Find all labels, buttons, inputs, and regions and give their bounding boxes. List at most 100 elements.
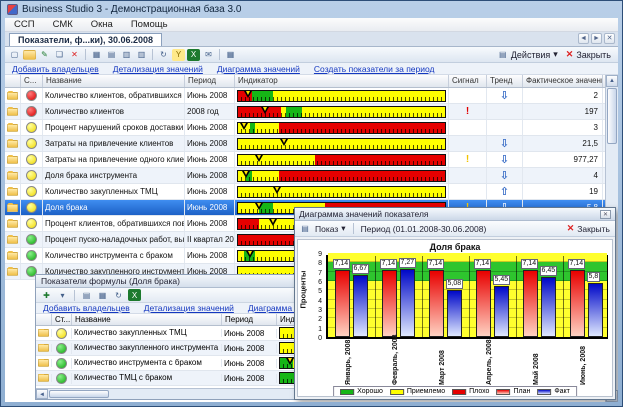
save-icon[interactable]: ▦ [90, 49, 103, 61]
menu-item[interactable]: Помощь [122, 19, 177, 30]
command-link[interactable]: Добавить владельцев [43, 303, 130, 313]
indicator-segment [279, 123, 445, 133]
command-link[interactable]: Добавить владельцев [12, 64, 99, 74]
column-header[interactable] [36, 314, 52, 325]
caret-down-icon: ▾ [553, 49, 558, 60]
chart-y-tick: 2 [306, 316, 322, 323]
mail-icon[interactable]: ✉ [202, 49, 215, 61]
print-icon[interactable]: ▥ [135, 49, 148, 61]
add-icon[interactable]: ✚ [40, 289, 53, 301]
tab-scroll-right-icon[interactable]: ► [591, 33, 602, 44]
legend-label: Факт [554, 388, 570, 395]
column-header[interactable]: Ст... [52, 314, 72, 325]
menu-item[interactable]: Окна [82, 19, 122, 30]
chart-x-label: Март 2008 [439, 339, 449, 385]
command-link[interactable]: Создать показатели за период [314, 64, 435, 74]
table-row[interactable]: Количество клиентов2008 год!197 [5, 104, 605, 120]
menu-item[interactable]: ССП [5, 19, 44, 30]
legend-item: План [496, 388, 530, 395]
save-all-icon[interactable]: ▤ [105, 49, 118, 61]
indicator-segment [273, 91, 445, 101]
command-link[interactable]: Детализация значений [144, 303, 234, 313]
table-row[interactable]: Количество клиентов, обратившихся повтор… [5, 88, 605, 104]
delete-icon[interactable]: ✕ [68, 49, 81, 61]
report-icon[interactable]: ▥ [120, 49, 133, 61]
status-circle-green [56, 343, 67, 354]
dialog-title-bar[interactable]: Диаграмма значений показателя ✕ [295, 208, 615, 221]
column-header[interactable]: Тренд [487, 75, 523, 87]
table-row[interactable]: Процент нарушений сроков доставки ТМЦИюн… [5, 120, 605, 136]
menu-bar: ССПСМКОкнаПомощь [5, 18, 618, 32]
chart-y-tick: 7 [306, 270, 322, 277]
refresh-icon[interactable]: ↻ [157, 49, 170, 61]
filter-icon[interactable]: Y [172, 49, 185, 61]
edit-icon[interactable]: ✎ [38, 49, 51, 61]
indicator-cell [235, 184, 449, 199]
column-header[interactable]: Период [185, 75, 235, 87]
column-header[interactable]: Фактическое значение [523, 75, 603, 87]
tab-scroll-left-icon[interactable]: ◄ [578, 33, 589, 44]
scroll-left-icon[interactable]: ◄ [36, 389, 48, 399]
dialog-close-button[interactable]: ✕ Закрыть [567, 223, 610, 234]
save-icon[interactable]: ▦ [96, 289, 109, 301]
table-row[interactable]: Доля брака инструментаИюнь 2008⇩4 [5, 168, 605, 184]
column-header[interactable]: Индикатор [235, 75, 449, 87]
folder-icon [38, 344, 49, 352]
value-cell: 2 [523, 88, 603, 103]
grid-settings-icon[interactable]: ▦ [224, 49, 237, 61]
clone-icon[interactable]: ❏ [53, 49, 66, 61]
scroll-thumb[interactable] [607, 88, 617, 144]
show-dropdown-button[interactable]: Показ▾ [315, 223, 346, 234]
table-row[interactable]: Затраты на привлечение клиентовИюнь 2008… [5, 136, 605, 152]
open-folder-icon[interactable] [23, 50, 36, 60]
export-excel-icon[interactable]: X [187, 49, 200, 61]
actions-button[interactable]: ▤ Действия▾ [498, 49, 558, 61]
chart-x-label: Май 2008 [533, 339, 543, 385]
export-excel-icon[interactable]: X [128, 289, 141, 301]
command-link[interactable]: Детализация значений [113, 64, 203, 74]
table-row[interactable]: Затраты на привлечение одного клиентаИюн… [5, 152, 605, 168]
scroll-up-icon[interactable]: ▲ [606, 75, 618, 87]
dropdown-icon[interactable]: ▾ [56, 289, 69, 301]
chart-y-tick: 6 [306, 279, 322, 286]
title-bar[interactable]: Business Studio 3 - Демонстрационная баз… [1, 1, 622, 18]
dialog-close-icon[interactable]: ✕ [600, 210, 611, 219]
indicator-marker [273, 187, 281, 194]
chart-bar-fact [588, 283, 603, 337]
chart-y-tick: 9 [306, 251, 322, 258]
column-header[interactable]: С... [21, 75, 43, 87]
trend-up-icon: ⇧ [500, 187, 509, 197]
table-row[interactable]: Количество закупленных ТМЦИюнь 2008⇧19 [5, 184, 605, 200]
column-header[interactable] [5, 75, 21, 87]
page-icon: ▤ [300, 223, 310, 235]
new-icon[interactable]: ▢ [8, 49, 21, 61]
chart-x-label: Февраль, 2008 [392, 339, 402, 385]
tab-indicators[interactable]: Показатели, ф...ки), 30.06.2008 [9, 33, 162, 46]
indicator-marker [255, 155, 263, 162]
app-icon [7, 4, 18, 15]
column-header[interactable]: Период [222, 314, 277, 325]
column-header[interactable]: Название [72, 314, 222, 325]
tab-close-icon[interactable]: ✕ [604, 33, 615, 44]
report-icon[interactable]: ▤ [80, 289, 93, 301]
status-cell [21, 104, 43, 119]
command-link[interactable]: Диаграмма значений [217, 64, 300, 74]
legend-swatch-yellow [390, 389, 404, 395]
refresh-icon[interactable]: ↻ [112, 289, 125, 301]
signal-exclamation: ! [466, 154, 469, 165]
period-cell: Июнь 2008 [185, 200, 235, 215]
period-cell: 2008 год [185, 104, 235, 119]
close-view-button[interactable]: ✕ Закрыть [566, 49, 611, 60]
signal-cell: ! [449, 104, 487, 119]
hscroll-thumb[interactable] [49, 390, 109, 398]
table-header: С...НазваниеПериодИндикаторСигналТрендФа… [5, 75, 605, 88]
column-header[interactable]: Сигнал [449, 75, 487, 87]
chart-bar-fact [353, 275, 368, 337]
trend-down-icon: ⇩ [500, 139, 509, 149]
value-cell: 21,5 [523, 136, 603, 151]
indicator-marker [261, 107, 269, 114]
name-cell: Количество инструмента с браком [72, 359, 222, 367]
folder-icon [38, 374, 49, 382]
menu-item[interactable]: СМК [44, 19, 82, 30]
column-header[interactable]: Название [43, 75, 185, 87]
